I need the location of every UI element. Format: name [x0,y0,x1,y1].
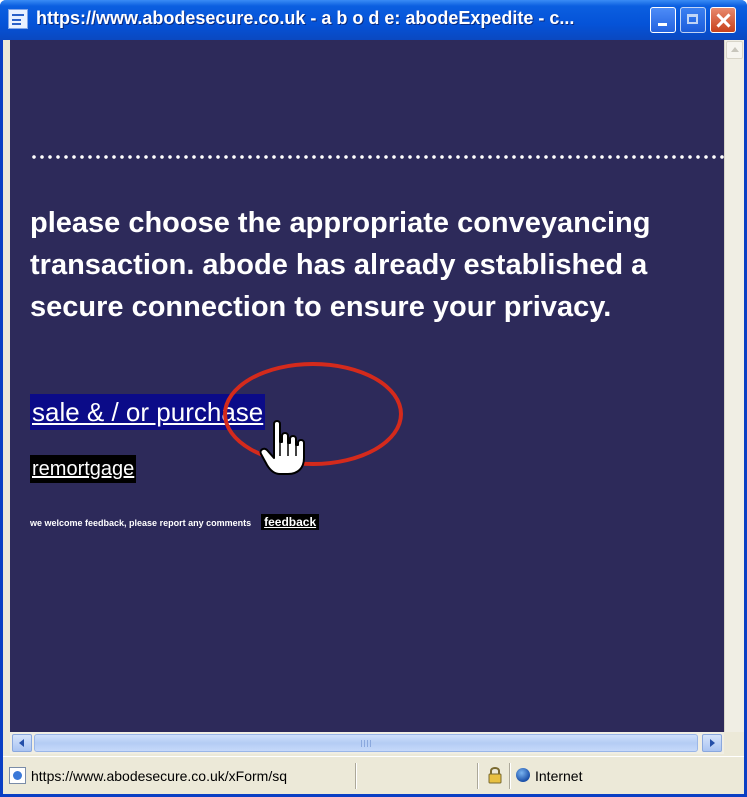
status-separator [477,763,479,789]
globe-icon [516,768,530,782]
scroll-grip [361,740,371,747]
feedback-row: we welcome feedback, please report any c… [30,514,320,530]
window-icon [8,9,28,29]
status-separator [509,763,511,789]
status-url: https://www.abodesecure.co.uk/xForm/sq [31,768,287,784]
maximize-button[interactable] [680,7,706,33]
feedback-message: we welcome feedback, please report any c… [30,518,252,528]
security-zone: Internet [535,768,583,784]
feedback-link[interactable]: feedback [261,514,320,530]
scroll-left-icon[interactable] [12,734,32,752]
browser-popup-window: https://www.abodesecure.co.uk - a b o d … [0,0,747,797]
scroll-right-icon[interactable] [702,734,722,752]
lock-icon[interactable] [487,766,503,784]
page-heading: please choose the appropriate conveyanci… [30,207,651,323]
page-icon [9,767,26,784]
title-bar[interactable]: https://www.abodesecure.co.uk - a b o d … [0,0,747,40]
remortgage-link[interactable]: remortgage [30,455,137,483]
dotted-divider [30,153,724,161]
hand-cursor-icon [259,420,305,475]
status-bar: https://www.abodesecure.co.uk/xForm/sq I… [3,756,744,794]
window-title: https://www.abodesecure.co.uk - a b o d … [36,8,575,28]
annotation-circle [223,362,403,466]
close-button[interactable] [710,7,736,33]
scroll-thumb[interactable] [34,734,698,752]
page-content: please choose the appropriate conveyanci… [10,40,724,732]
horizontal-scrollbar[interactable] [10,732,724,754]
scrollbar-corner [724,732,744,754]
minimize-button[interactable] [650,7,676,33]
status-separator [355,763,357,789]
scroll-up-icon[interactable] [726,41,743,59]
vertical-scrollbar[interactable] [724,40,744,732]
